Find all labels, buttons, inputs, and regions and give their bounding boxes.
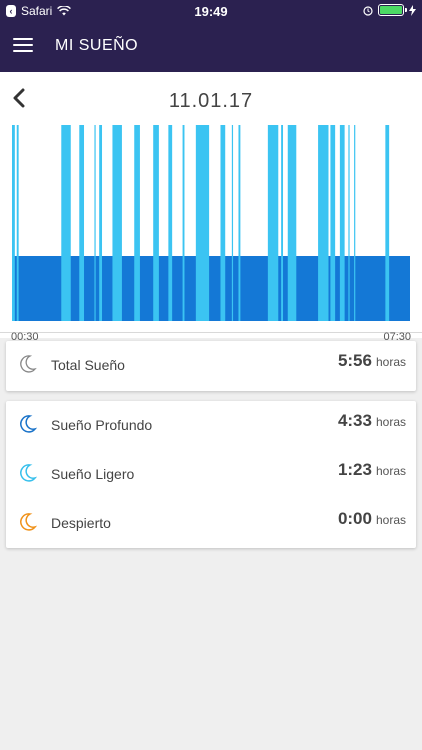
sleep-chart <box>12 125 410 321</box>
light-sleep-bar <box>354 125 356 321</box>
light-sleep-bar <box>348 125 350 321</box>
page-title: MI SUEÑO <box>55 37 139 54</box>
total-sleep-card: Total Sueño 5:56 horas <box>6 341 416 391</box>
light-sleep-bar <box>168 125 173 321</box>
deep-sleep-value: 4:33 horas <box>337 411 406 430</box>
light-sleep-row: Sueño Ligero 1:23 horas <box>6 450 416 499</box>
light-sleep-bar <box>153 125 159 321</box>
light-sleep-bar <box>61 125 71 321</box>
light-sleep-bar <box>112 125 122 321</box>
total-sleep-row: Total Sueño 5:56 horas <box>6 341 416 390</box>
light-sleep-bar <box>195 125 210 321</box>
date-label: 11.01.17 <box>168 90 254 112</box>
light-sleep-bar <box>99 125 103 321</box>
moon-icon <box>20 355 37 373</box>
alarm-icon <box>363 5 373 16</box>
light-sleep-bar <box>220 125 226 321</box>
status-bar: ‹ Safari 19:49 <box>0 0 422 22</box>
light-sleep-bar <box>330 125 336 321</box>
light-sleep-bar <box>231 125 234 321</box>
light-sleep-bar <box>134 125 140 321</box>
sleep-breakdown-card: Sueño Profundo 4:33 horas Sueño Ligero 1:… <box>6 401 416 548</box>
charging-icon <box>409 4 416 16</box>
hamburger-menu-icon[interactable] <box>13 38 33 54</box>
light-sleep-bar <box>12 125 15 321</box>
light-sleep-bar <box>182 125 185 321</box>
app-header: ‹ Safari 19:49 MI SUEÑO <box>0 0 422 72</box>
awake-row: Despierto 0:00 horas <box>6 499 416 548</box>
light-sleep-bar <box>238 125 241 321</box>
deep-sleep-label: Sueño Profundo <box>51 417 153 433</box>
light-sleep-bar <box>79 125 85 321</box>
light-sleep-value: 1:23 horas <box>337 460 406 479</box>
light-sleep-bar <box>267 125 279 321</box>
awake-label: Despierto <box>51 515 111 531</box>
axis-line <box>0 332 422 333</box>
moon-icon <box>20 415 37 433</box>
deep-sleep-band <box>12 256 410 321</box>
clock: 19:49 <box>194 4 228 19</box>
total-sleep-value: 5:56 horas <box>337 351 406 370</box>
battery-icon <box>378 4 407 16</box>
moon-icon <box>20 464 37 482</box>
light-sleep-bar <box>385 125 390 321</box>
light-sleep-bar <box>16 125 19 321</box>
light-sleep-label: Sueño Ligero <box>51 466 135 482</box>
deep-sleep-row: Sueño Profundo 4:33 horas <box>6 401 416 450</box>
light-sleep-bar <box>94 125 96 321</box>
light-sleep-bar <box>287 125 297 321</box>
light-sleep-bar <box>339 125 345 321</box>
total-sleep-label: Total Sueño <box>51 357 125 373</box>
awake-value: 0:00 horas <box>337 509 406 528</box>
light-sleep-bar <box>281 125 284 321</box>
moon-icon <box>20 513 37 531</box>
light-sleep-bar <box>318 125 329 321</box>
